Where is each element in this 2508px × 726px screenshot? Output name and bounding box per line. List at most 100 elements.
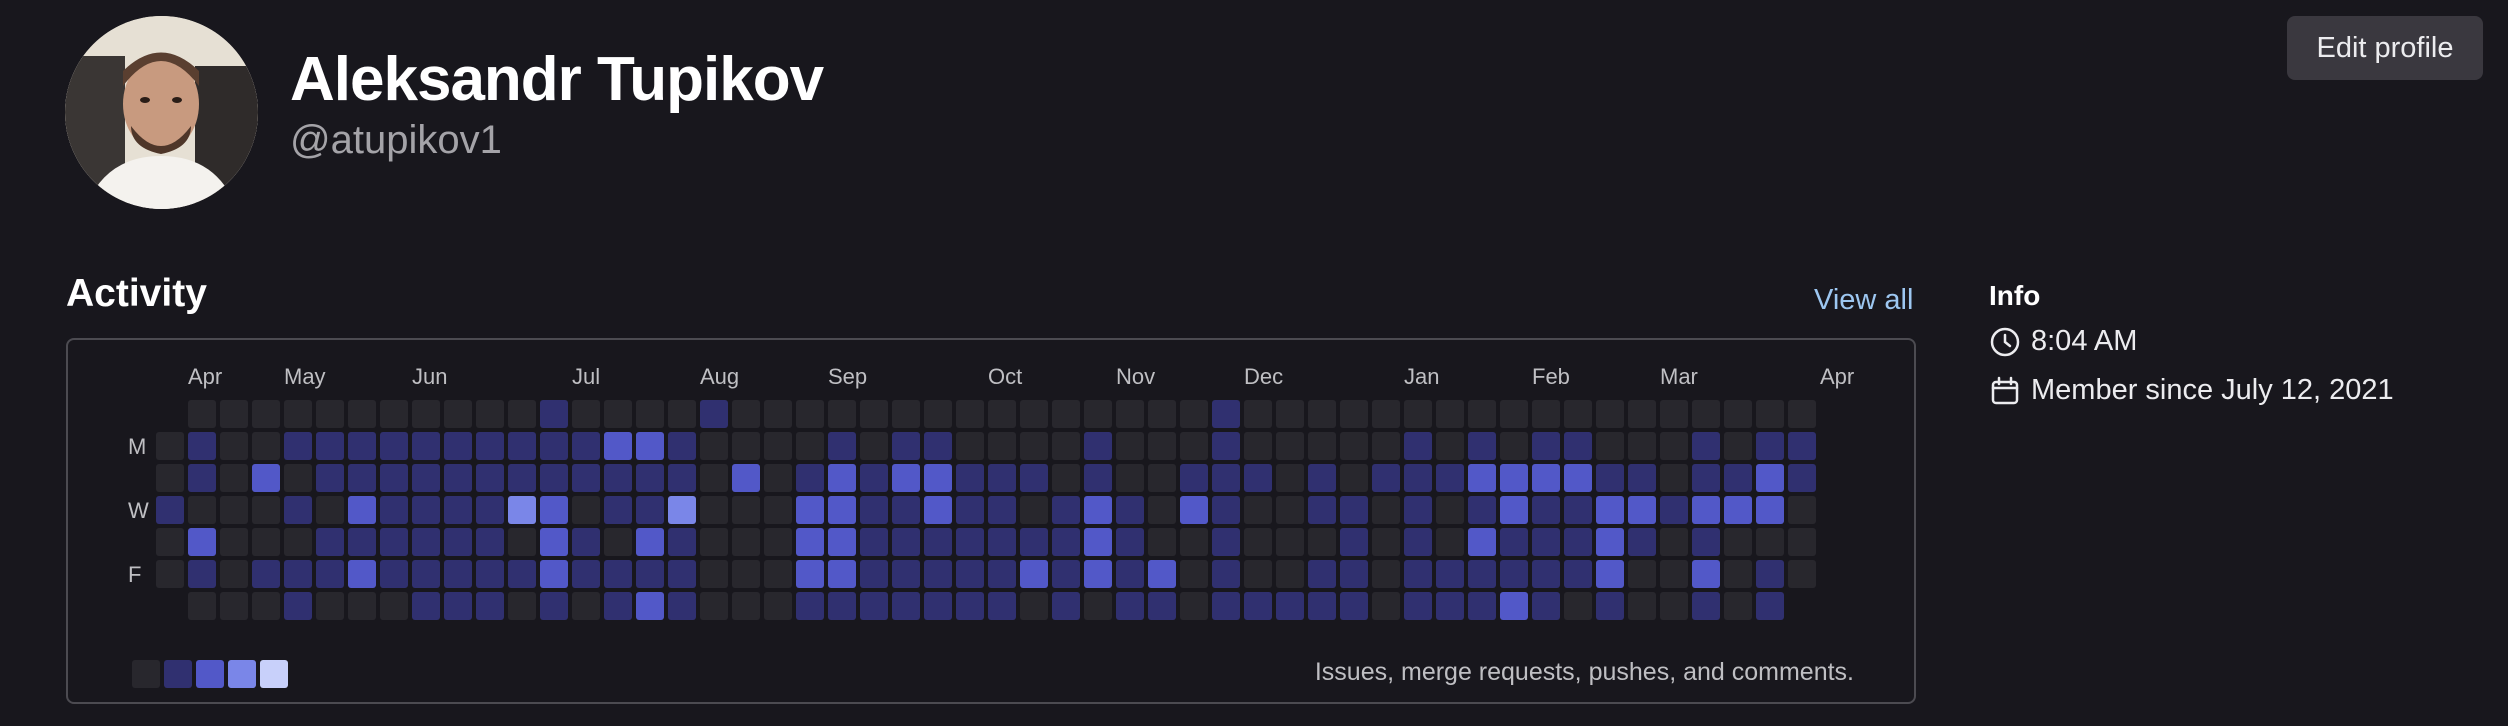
heatmap-cell[interactable]: [1372, 592, 1400, 620]
heatmap-cell[interactable]: [1756, 400, 1784, 428]
heatmap-cell[interactable]: [956, 528, 984, 556]
heatmap-cell[interactable]: [924, 464, 952, 492]
heatmap-cell[interactable]: [1756, 432, 1784, 460]
heatmap-cell[interactable]: [1180, 592, 1208, 620]
heatmap-cell[interactable]: [1724, 560, 1752, 588]
heatmap-cell[interactable]: [828, 528, 856, 556]
heatmap-cell[interactable]: [1276, 432, 1304, 460]
heatmap-cell[interactable]: [700, 432, 728, 460]
heatmap-cell[interactable]: [1020, 592, 1048, 620]
heatmap-cell[interactable]: [252, 560, 280, 588]
heatmap-cell[interactable]: [1500, 560, 1528, 588]
heatmap-cell[interactable]: [316, 528, 344, 556]
heatmap-cell[interactable]: [796, 464, 824, 492]
heatmap-cell[interactable]: [1084, 464, 1112, 492]
heatmap-cell[interactable]: [892, 464, 920, 492]
heatmap-cell[interactable]: [220, 528, 248, 556]
heatmap-cell[interactable]: [1404, 400, 1432, 428]
heatmap-cell[interactable]: [1404, 528, 1432, 556]
heatmap-cell[interactable]: [508, 592, 536, 620]
heatmap-cell[interactable]: [988, 464, 1016, 492]
heatmap-cell[interactable]: [1724, 496, 1752, 524]
heatmap-cell[interactable]: [1596, 400, 1624, 428]
heatmap-cell[interactable]: [1020, 528, 1048, 556]
heatmap-cell[interactable]: [700, 496, 728, 524]
heatmap-cell[interactable]: [1372, 464, 1400, 492]
heatmap-cell[interactable]: [956, 560, 984, 588]
heatmap-cell[interactable]: [1788, 528, 1816, 556]
heatmap-cell[interactable]: [1564, 464, 1592, 492]
heatmap-cell[interactable]: [1276, 528, 1304, 556]
heatmap-cell[interactable]: [188, 496, 216, 524]
heatmap-cell[interactable]: [924, 528, 952, 556]
heatmap-cell[interactable]: [444, 400, 472, 428]
heatmap-cell[interactable]: [1692, 528, 1720, 556]
heatmap-cell[interactable]: [1212, 496, 1240, 524]
heatmap-cell[interactable]: [1788, 560, 1816, 588]
heatmap-cell[interactable]: [668, 400, 696, 428]
heatmap-cell[interactable]: [252, 432, 280, 460]
heatmap-cell[interactable]: [828, 592, 856, 620]
heatmap-cell[interactable]: [1532, 560, 1560, 588]
heatmap-cell[interactable]: [1116, 496, 1144, 524]
heatmap-cell[interactable]: [1628, 400, 1656, 428]
heatmap-cell[interactable]: [156, 432, 184, 460]
heatmap-cell[interactable]: [1532, 496, 1560, 524]
heatmap-cell[interactable]: [1244, 592, 1272, 620]
heatmap-cell[interactable]: [348, 432, 376, 460]
heatmap-cell[interactable]: [252, 496, 280, 524]
heatmap-cell[interactable]: [1628, 560, 1656, 588]
heatmap-cell[interactable]: [476, 528, 504, 556]
heatmap-cell[interactable]: [316, 496, 344, 524]
heatmap-cell[interactable]: [444, 528, 472, 556]
heatmap-cell[interactable]: [188, 592, 216, 620]
heatmap-cell[interactable]: [1468, 560, 1496, 588]
heatmap-cell[interactable]: [1628, 432, 1656, 460]
heatmap-cell[interactable]: [1372, 560, 1400, 588]
heatmap-cell[interactable]: [412, 464, 440, 492]
heatmap-cell[interactable]: [1692, 464, 1720, 492]
heatmap-cell[interactable]: [1564, 560, 1592, 588]
heatmap-cell[interactable]: [1148, 528, 1176, 556]
heatmap-cell[interactable]: [1276, 496, 1304, 524]
heatmap-cell[interactable]: [956, 464, 984, 492]
heatmap-cell[interactable]: [1724, 528, 1752, 556]
heatmap-cell[interactable]: [316, 432, 344, 460]
heatmap-cell[interactable]: [892, 528, 920, 556]
heatmap-cell[interactable]: [412, 400, 440, 428]
heatmap-cell[interactable]: [284, 400, 312, 428]
heatmap-cell[interactable]: [1596, 560, 1624, 588]
heatmap-cell[interactable]: [828, 400, 856, 428]
heatmap-cell[interactable]: [284, 464, 312, 492]
heatmap-cell[interactable]: [1340, 496, 1368, 524]
edit-profile-button[interactable]: Edit profile: [2287, 16, 2483, 80]
heatmap-cell[interactable]: [412, 496, 440, 524]
heatmap-cell[interactable]: [252, 464, 280, 492]
heatmap-cell[interactable]: [604, 560, 632, 588]
heatmap-cell[interactable]: [1468, 528, 1496, 556]
heatmap-cell[interactable]: [444, 464, 472, 492]
heatmap-cell[interactable]: [1788, 496, 1816, 524]
heatmap-cell[interactable]: [476, 400, 504, 428]
heatmap-cell[interactable]: [1052, 432, 1080, 460]
heatmap-cell[interactable]: [380, 496, 408, 524]
heatmap-cell[interactable]: [1436, 400, 1464, 428]
heatmap-cell[interactable]: [1692, 560, 1720, 588]
heatmap-cell[interactable]: [1500, 464, 1528, 492]
heatmap-cell[interactable]: [444, 560, 472, 588]
heatmap-cell[interactable]: [796, 560, 824, 588]
heatmap-cell[interactable]: [1244, 560, 1272, 588]
heatmap-cell[interactable]: [924, 400, 952, 428]
heatmap-cell[interactable]: [1500, 496, 1528, 524]
heatmap-cell[interactable]: [636, 464, 664, 492]
heatmap-cell[interactable]: [988, 592, 1016, 620]
heatmap-cell[interactable]: [1052, 496, 1080, 524]
heatmap-cell[interactable]: [284, 592, 312, 620]
heatmap-cell[interactable]: [732, 400, 760, 428]
heatmap-cell[interactable]: [700, 592, 728, 620]
heatmap-cell[interactable]: [1404, 432, 1432, 460]
heatmap-cell[interactable]: [1180, 560, 1208, 588]
heatmap-cell[interactable]: [1724, 400, 1752, 428]
heatmap-cell[interactable]: [956, 432, 984, 460]
heatmap-cell[interactable]: [1660, 496, 1688, 524]
